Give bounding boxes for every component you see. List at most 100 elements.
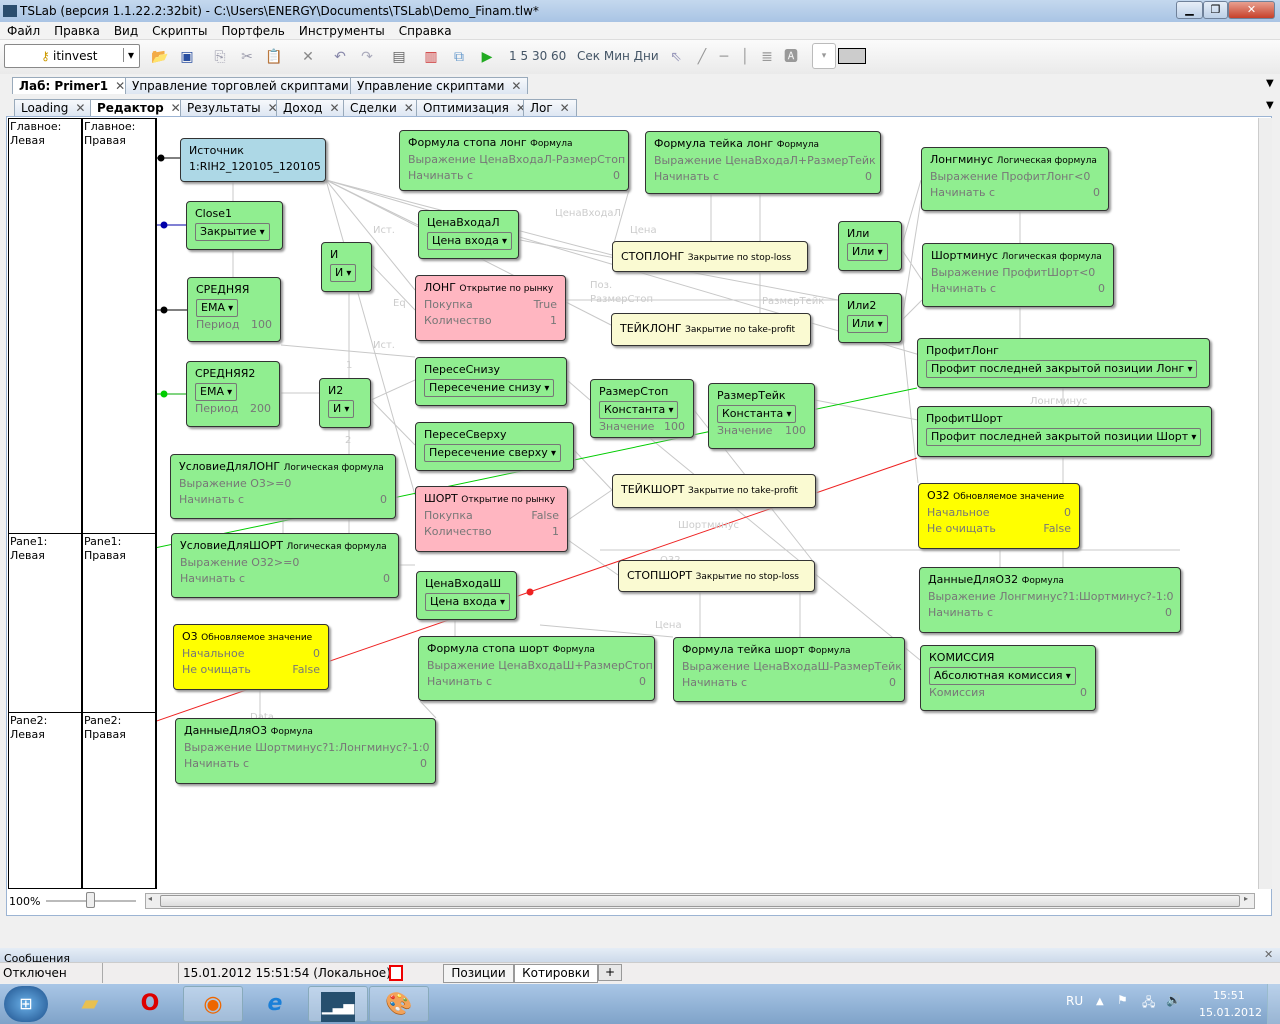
redo-icon[interactable]: ↷ — [357, 48, 377, 66]
save-icon[interactable]: ▣ — [177, 48, 197, 66]
node-property[interactable]: Выражение Шортминус?1:Лонгминус?-1:0 — [184, 740, 430, 756]
unit-days[interactable]: Дни — [634, 49, 659, 63]
properties-icon[interactable]: ▤ — [389, 48, 409, 66]
tab-editor[interactable]: Редактор ✕ — [90, 99, 188, 116]
tab-overflow-icon[interactable]: ▼ — [1266, 78, 1274, 89]
node-profitLong[interactable]: ПрофитЛонг Профит последней закрытой пози… — [917, 338, 1210, 388]
node-property[interactable]: Начальное 0 — [927, 505, 1071, 521]
node-long[interactable]: ЛОНГ Открытие по рынку Покупка True Количес… — [415, 275, 566, 341]
broker-select[interactable]: ⚷ itinvest ▾ — [4, 44, 140, 68]
node-dropdown[interactable]: Цена входа — [425, 593, 511, 611]
node-sred[interactable]: СРЕДНЯЯ EMAПериод100 — [187, 277, 281, 342]
tab-script-management[interactable]: Управление скриптами ✕ — [350, 77, 529, 94]
node-short[interactable]: ШОРТ Открытие по рынку Покупка False Количе… — [415, 486, 568, 552]
node-dropdown[interactable]: EMA — [195, 383, 238, 401]
clock-date[interactable]: 15.01.2012 — [1199, 1006, 1262, 1019]
node-dropdown[interactable]: Цена входа — [427, 232, 513, 250]
node-profitShort[interactable]: ПрофитШорт Профит последней закрытой пози… — [917, 406, 1212, 457]
node-dropdown[interactable]: EMA — [196, 299, 239, 317]
node-property[interactable]: Период 100 — [196, 317, 272, 333]
pane1-right[interactable]: Pane1: Правая — [82, 533, 157, 713]
menu-file[interactable]: Файл — [0, 22, 47, 40]
node-property[interactable]: Начинать с0 — [928, 605, 1172, 621]
node-komissiya[interactable]: КОМИССИЯ Абсолютная комиссияКомиссия0 — [920, 645, 1096, 711]
pane1-left[interactable]: Pane1: Левая — [8, 533, 83, 713]
pane-main-right[interactable]: Главное: Правая — [82, 118, 157, 534]
node-property[interactable]: Не очищать False — [182, 662, 320, 678]
zoom-slider-thumb[interactable] — [86, 892, 95, 908]
run-icon[interactable]: ▶ — [477, 48, 497, 66]
node-property[interactable]: Начинать с0 — [179, 492, 387, 508]
node-ili2[interactable]: Или2 Или — [838, 293, 902, 343]
network-icon[interactable]: 🖧 — [1142, 993, 1155, 1014]
color-dropdown[interactable]: ▾ — [812, 43, 836, 69]
node-dropdown[interactable]: Профит последней закрытой позиции Лонг — [926, 360, 1198, 378]
node-property[interactable]: Значение 100 — [599, 419, 685, 435]
tab-quotes[interactable]: Котировки — [514, 964, 598, 983]
node-property[interactable]: Выражение ЦенаВходаШ+РазмерСтоп — [427, 658, 653, 674]
paint-icon[interactable]: 🎨 — [369, 986, 429, 1022]
node-oz[interactable]: О3 Обновляемое значение Начальное 0 Не очищ… — [173, 624, 329, 690]
hline-icon[interactable]: ─ — [714, 48, 734, 66]
color-swatch[interactable] — [838, 48, 866, 64]
action-center-icon[interactable]: ⚑ — [1117, 993, 1128, 1007]
node-property[interactable]: Выражение О32>=0 — [180, 555, 390, 571]
log-icon[interactable] — [389, 965, 403, 981]
node-razmStop[interactable]: РазмерСтоп КонстантаЗначение100 — [590, 379, 694, 438]
node-pereSv[interactable]: ПересеСверху Пересечение сверху — [415, 422, 574, 471]
node-property[interactable]: Значение 100 — [717, 423, 806, 439]
interval-60[interactable]: 60 — [551, 49, 566, 63]
menu-view[interactable]: Вид — [107, 22, 145, 40]
node-cenaVL[interactable]: ЦенаВходаЛ Цена входа — [418, 210, 519, 259]
tab-optimization[interactable]: Оптимизация ✕ — [416, 99, 533, 116]
pane-main-left[interactable]: Главное: Левая — [8, 118, 83, 534]
maximize-button[interactable]: ❐ — [1203, 1, 1228, 19]
node-takeShort[interactable]: ТЕЙКШОРТ Закрытие по take-profit — [612, 474, 816, 508]
node-property[interactable]: Выражение ПрофитШорт<0 — [931, 265, 1105, 281]
node-stopLong[interactable]: СТОПЛОНГ Закрытие по stop-loss — [612, 241, 808, 272]
vline-icon[interactable]: │ — [735, 48, 755, 66]
firefox-icon[interactable]: ◉ — [183, 986, 243, 1022]
node-oz2[interactable]: О32 Обновляемое значение Начальное 0 Не очи… — [918, 483, 1080, 549]
copy-icon[interactable]: ⎘ — [210, 48, 230, 66]
diagram-canvas[interactable]: Ист. Eq ЦенаВходаЛ Цена Поз. РазмерСтоп Размер… — [157, 118, 1257, 889]
tab-loading[interactable]: Loading ✕ — [14, 99, 93, 116]
language-indicator[interactable]: RU — [1066, 994, 1083, 1008]
node-fStopL[interactable]: Формула стопа лонг Формула Выражение Цена… — [399, 130, 629, 191]
opera-icon[interactable]: O — [120, 986, 180, 1022]
node-close1[interactable]: Close1 Закрытие — [186, 201, 283, 250]
ie-icon[interactable]: e — [245, 986, 305, 1022]
chart-icon[interactable]: ▥ — [421, 48, 441, 66]
start-button[interactable]: ⊞ — [4, 986, 48, 1022]
diagram-icon[interactable]: ⧉ — [449, 48, 469, 66]
menu-tools[interactable]: Инструменты — [292, 22, 392, 40]
node-takeLong[interactable]: ТЕЙКЛОНГ Закрытие по take-profit — [611, 313, 811, 346]
node-property[interactable]: Начальное 0 — [182, 646, 320, 662]
unit-min[interactable]: Мин — [604, 49, 630, 63]
node-fTakeL[interactable]: Формула тейка лонг Формула Выражение Цена… — [645, 131, 881, 194]
tab-trade-management[interactable]: Управление торговлей скриптами✕ — [125, 77, 373, 94]
node-dropdown[interactable]: Константа — [599, 401, 679, 419]
tab-overflow-icon[interactable]: ▼ — [1266, 100, 1274, 111]
node-property[interactable]: Количество 1 — [424, 313, 557, 329]
node-i2[interactable]: И2 И — [319, 378, 371, 428]
tray-expand-icon[interactable]: ▲ — [1096, 996, 1104, 1007]
messages-label[interactable]: Сообщения — [4, 952, 70, 962]
node-longMinus[interactable]: Лонгминус Логическая формула Выражение Пр… — [921, 147, 1109, 211]
vertical-scrollbar[interactable] — [1258, 118, 1272, 889]
node-property[interactable]: Покупка False — [424, 508, 559, 524]
node-dropdown[interactable]: Или — [847, 243, 888, 261]
horizontal-scrollbar[interactable]: ◂ ▸ — [145, 893, 1255, 909]
explorer-icon[interactable]: ▰ — [60, 986, 120, 1022]
close-icon[interactable]: ✕ — [1264, 948, 1273, 961]
delete-icon[interactable]: ✕ — [298, 48, 318, 66]
node-dropdown[interactable]: Константа — [717, 405, 797, 423]
node-dropdown[interactable]: Абсолютная комиссия — [929, 667, 1076, 685]
pane2-right[interactable]: Pane2: Правая — [82, 712, 157, 889]
open-icon[interactable]: 📂 — [150, 48, 170, 66]
paste-icon[interactable]: 📋 — [264, 48, 284, 66]
volume-icon[interactable]: 🔊 — [1166, 993, 1181, 1007]
node-cenaVSh[interactable]: ЦенаВходаШ Цена входа — [416, 571, 517, 620]
scrollbar-thumb[interactable] — [160, 895, 1240, 907]
node-ili[interactable]: Или Или — [838, 221, 902, 271]
